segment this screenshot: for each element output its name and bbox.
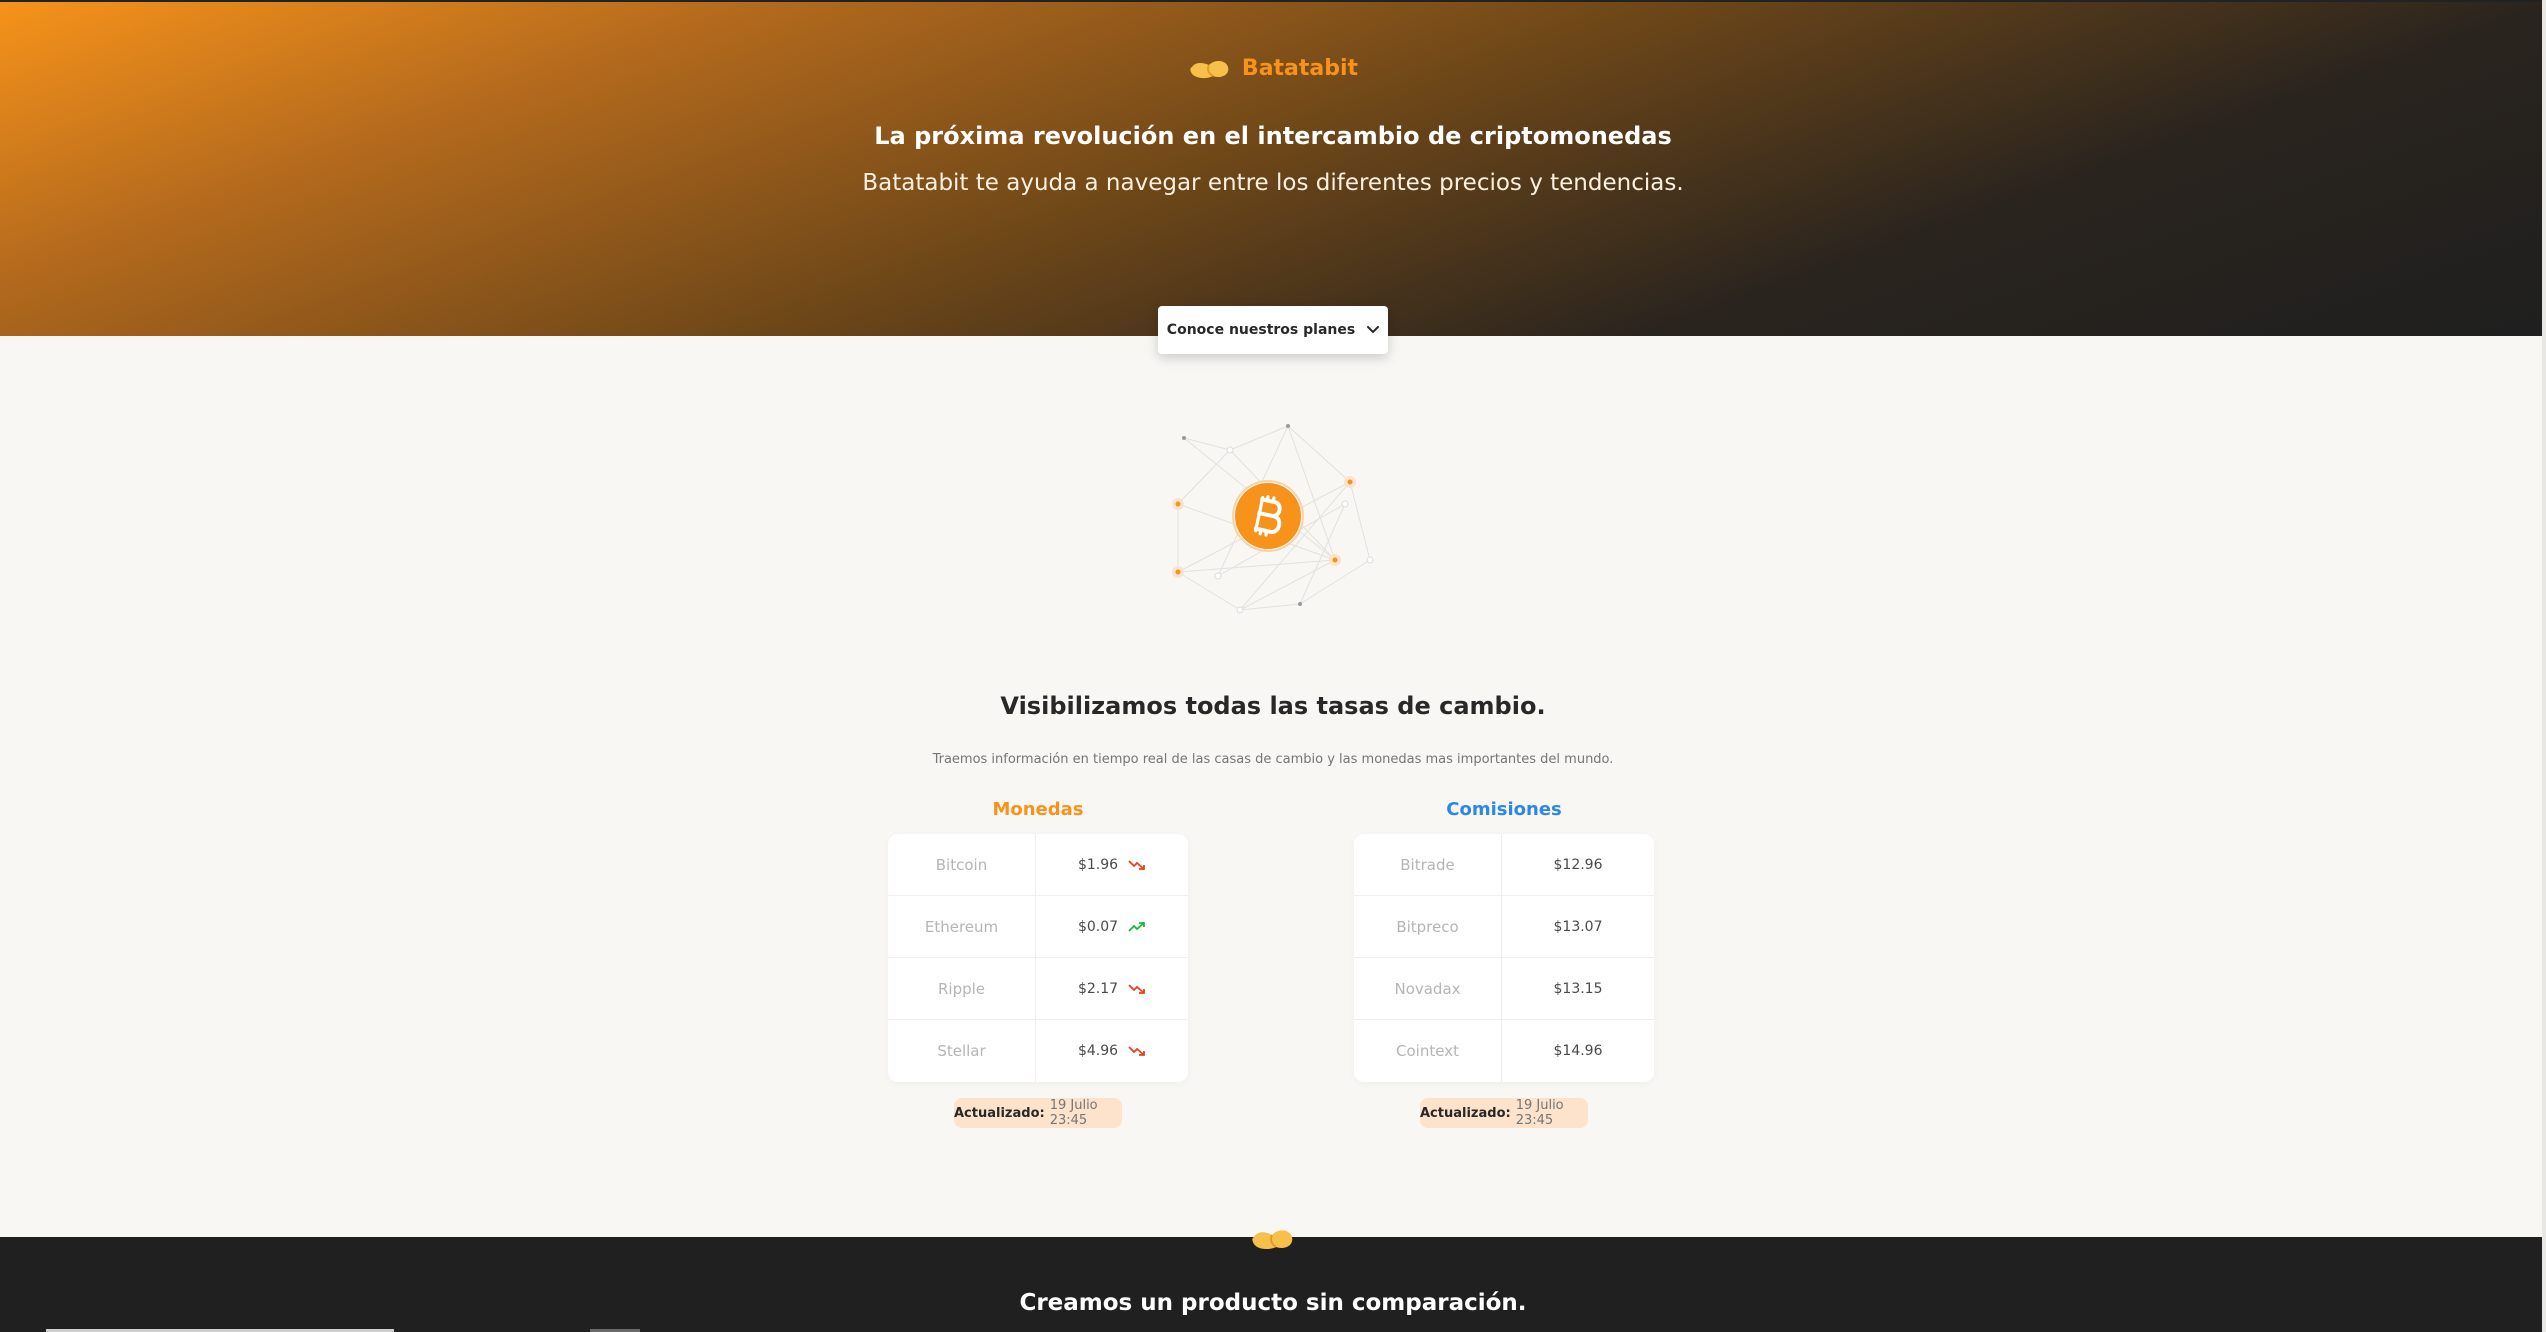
updated-badge: Actualizado: 19 Julio 23:45 [954, 1098, 1122, 1128]
trend-down-icon [1128, 983, 1145, 994]
potato-logo-icon [1190, 60, 1229, 78]
table-row: Bitpreco $13.07 [1354, 896, 1654, 958]
hero-section: Batatabit La próxima revolución en el in… [0, 0, 2546, 336]
updated-date: 19 Julio 23:45 [1515, 1098, 1564, 1128]
currency-name: Ethereum [888, 896, 1036, 957]
plans-button[interactable]: Conoce nuestros planes [1158, 306, 1388, 354]
currency-value: $2.17 [1077, 980, 1119, 997]
commissions-title: Comisiones [1446, 799, 1562, 820]
table-row: Ethereum $0.07 [888, 896, 1188, 958]
table-row: Ripple $2.17 [888, 958, 1188, 1020]
product-title: Creamos un producto sin comparación. [1019, 1290, 1527, 1316]
updated-badge: Actualizado: 19 Julio 23:45 [1420, 1098, 1588, 1128]
currency-name: Stellar [888, 1020, 1036, 1082]
main-title: Visibilizamos todas las tasas de cambio. [1000, 692, 1546, 720]
scrollbar[interactable] [2542, 0, 2546, 1332]
currency-value-cell: $2.17 [1036, 958, 1188, 1019]
bitcoin-icon [1232, 480, 1304, 552]
currency-name: Ripple [888, 958, 1036, 1019]
currency-value-cell: $0.07 [1036, 896, 1188, 957]
bitcoin-network-illustration [1172, 424, 1374, 614]
currency-value: $4.96 [1077, 1043, 1119, 1059]
top-edge [0, 0, 2546, 2]
exchange-name: Novadax [1354, 958, 1502, 1019]
table-row: Stellar $4.96 [888, 1020, 1188, 1082]
commission-value: $12.96 [1553, 856, 1603, 873]
currency-value: $1.96 [1077, 856, 1119, 873]
hero-subtitle: Batatabit te ayuda a navegar entre los d… [862, 170, 1684, 196]
commissions-table: Comisiones Bitrade $12.96 Bitpreco $13.0… [1354, 796, 1654, 1128]
exchange-name: Bitrade [1354, 834, 1502, 895]
table-row: Bitcoin $1.96 [888, 834, 1188, 896]
commission-value: $14.96 [1553, 1043, 1603, 1059]
updated-label: Actualizado: [1420, 1105, 1511, 1121]
trend-up-icon [1128, 921, 1145, 932]
commission-value: $13.07 [1553, 918, 1603, 935]
currencies-table: Monedas Bitcoin $1.96 Ethereum $0.07 Rip… [888, 796, 1188, 1128]
exchange-name: Bitpreco [1354, 896, 1502, 957]
chevron-down-icon [1367, 326, 1380, 334]
commission-value: $13.15 [1553, 980, 1603, 997]
currency-value-cell: $1.96 [1036, 834, 1188, 895]
commissions-card: Bitrade $12.96 Bitpreco $13.07 Novadax $… [1354, 834, 1654, 1082]
exchange-name: Cointext [1354, 1020, 1502, 1082]
updated-date: 19 Julio 23:45 [1049, 1098, 1098, 1128]
potato-logo-icon [1252, 1230, 1293, 1250]
table-row: Cointext $14.96 [1354, 1020, 1654, 1082]
table-row: Novadax $13.15 [1354, 958, 1654, 1020]
table-row: Bitrade $12.96 [1354, 834, 1654, 896]
currency-value: $0.07 [1077, 918, 1119, 935]
currency-name: Bitcoin [888, 834, 1036, 895]
page: Batatabit La próxima revolución en el in… [0, 0, 2546, 1332]
currency-value-cell: $4.96 [1036, 1020, 1188, 1082]
brand-name: Batatabit [1241, 56, 1359, 81]
trend-down-icon [1128, 1046, 1145, 1056]
currencies-card: Bitcoin $1.96 Ethereum $0.07 Ripple $2.1… [888, 834, 1188, 1082]
trend-down-icon [1128, 859, 1145, 870]
currencies-title: Monedas [992, 799, 1084, 820]
main-description: Traemos información en tiempo real de la… [932, 752, 1614, 767]
brand[interactable]: Batatabit [0, 56, 2546, 81]
hero-title: La próxima revolución en el intercambio … [874, 122, 1672, 150]
plans-button-label: Conoce nuestros planes [1166, 322, 1356, 338]
updated-label: Actualizado: [954, 1105, 1045, 1121]
